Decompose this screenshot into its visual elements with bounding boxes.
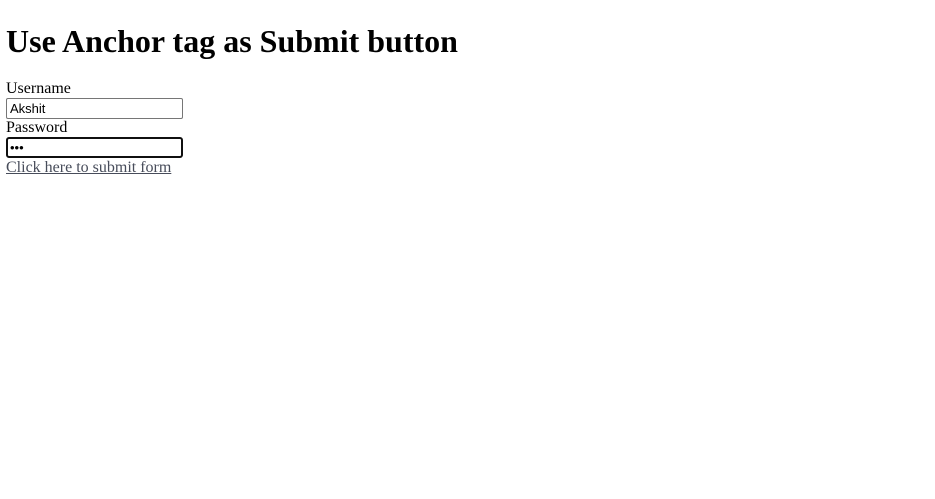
password-input[interactable] — [6, 137, 183, 158]
login-form: Username Password Click here to submit f… — [6, 80, 929, 177]
username-label: Username — [6, 80, 71, 97]
page-title: Use Anchor tag as Submit button — [6, 23, 458, 59]
submit-form-link[interactable]: Click here to submit form — [6, 159, 171, 177]
username-input[interactable] — [6, 98, 183, 119]
page: Use Anchor tag as Submit button Username… — [0, 0, 935, 499]
password-label: Password — [6, 119, 68, 136]
